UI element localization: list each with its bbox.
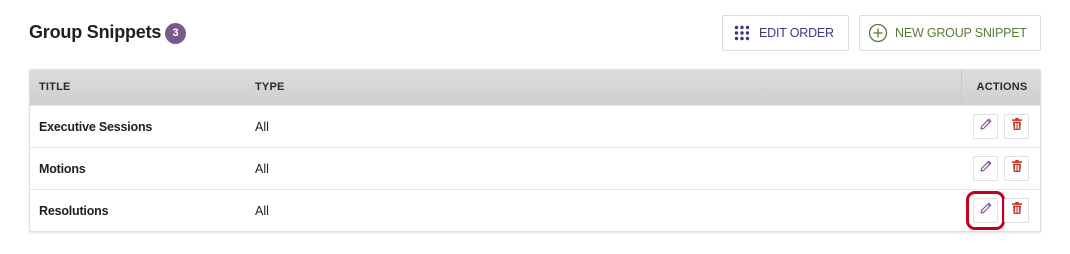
edit-button[interactable] xyxy=(973,114,998,139)
table-row: Resolutions All xyxy=(30,189,1040,231)
trash-icon xyxy=(1010,159,1024,178)
snippets-table: TITLE TYPE ACTIONS Executive Sessions Al… xyxy=(29,69,1041,232)
table-row: Motions All xyxy=(30,147,1040,189)
row-type: All xyxy=(255,204,269,218)
delete-button[interactable] xyxy=(1004,156,1029,181)
row-title: Executive Sessions xyxy=(39,120,153,134)
pencil-icon xyxy=(979,159,993,178)
column-header-actions-cell: ACTIONS xyxy=(961,70,1041,105)
column-header-title[interactable]: TITLE xyxy=(39,70,71,105)
edit-button[interactable] xyxy=(973,156,998,181)
row-type: All xyxy=(255,120,269,134)
column-header-actions: ACTIONS xyxy=(976,81,1028,93)
trash-icon xyxy=(1010,201,1024,220)
column-header-type[interactable]: TYPE xyxy=(255,70,285,105)
new-group-snippet-button[interactable]: NEW GROUP SNIPPET xyxy=(859,15,1041,51)
delete-button[interactable] xyxy=(1004,114,1029,139)
delete-button[interactable] xyxy=(1004,198,1029,223)
row-type: All xyxy=(255,162,269,176)
pencil-icon xyxy=(979,117,993,136)
grid-dots-icon xyxy=(734,25,750,41)
plus-circle-icon xyxy=(868,23,888,43)
trash-icon xyxy=(1010,117,1024,136)
row-title: Resolutions xyxy=(39,204,109,218)
row-title: Motions xyxy=(39,162,86,176)
page-header: Group Snippets 3 EDIT ORDER NEW GROUP SN… xyxy=(29,14,1041,52)
pencil-icon xyxy=(979,201,993,220)
table-row: Executive Sessions All xyxy=(30,105,1040,147)
new-group-snippet-label: NEW GROUP SNIPPET xyxy=(895,26,1027,40)
count-badge: 3 xyxy=(165,23,186,44)
edit-order-label: EDIT ORDER xyxy=(759,26,834,40)
table-header: TITLE TYPE ACTIONS xyxy=(30,70,1040,105)
page-title: Group Snippets xyxy=(29,22,162,42)
edit-order-button[interactable]: EDIT ORDER xyxy=(722,15,849,51)
edit-button[interactable] xyxy=(966,191,1005,230)
